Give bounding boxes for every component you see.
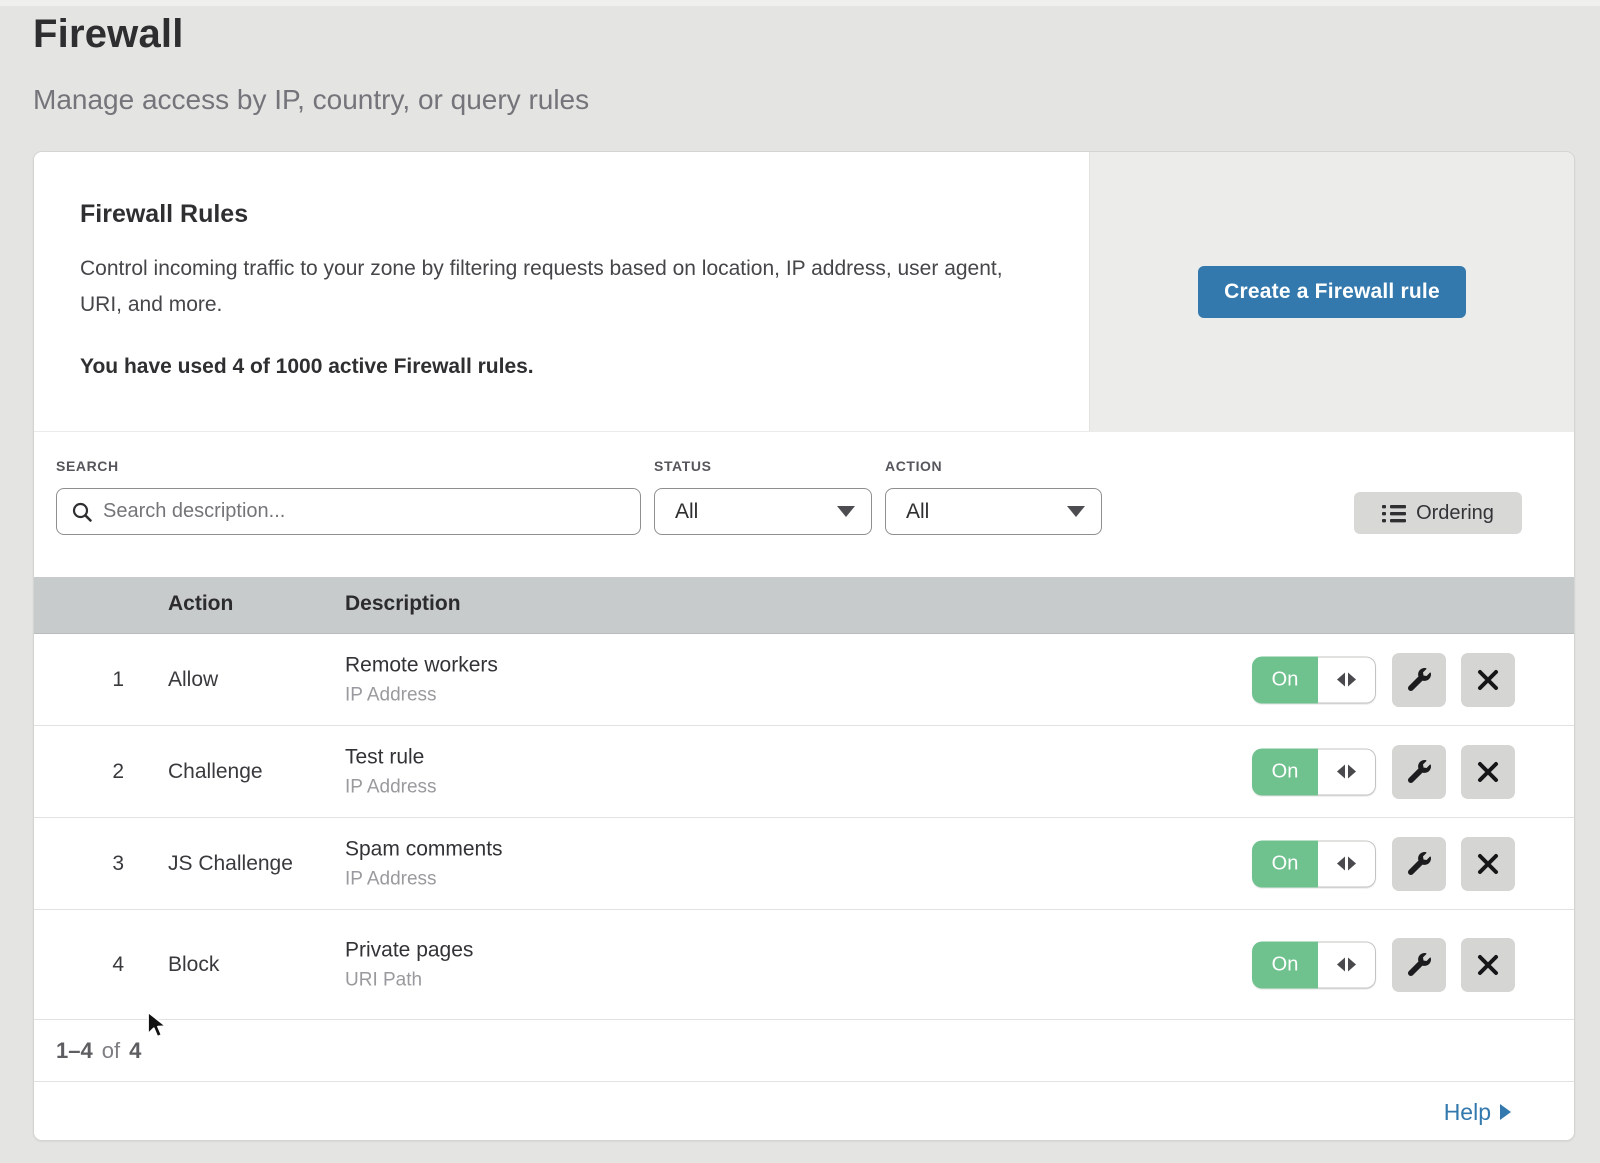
search-input[interactable] (103, 500, 626, 523)
section-heading: Firewall Rules (80, 200, 1049, 229)
filters-bar: SEARCH STATUS All ACTION All (34, 432, 1574, 577)
pagination-range: 1–4 (56, 1038, 93, 1064)
rule-priority: 3 (74, 852, 124, 876)
rule-action: Allow (168, 668, 218, 692)
toggle-on-label: On (1252, 748, 1318, 795)
firewall-page: Firewall Manage access by IP, country, o… (0, 0, 1600, 1163)
close-icon (1477, 761, 1499, 783)
rule-description-cell: Spam comments IP Address (345, 837, 503, 890)
table-row: 4 Block Private pages URI Path On (34, 910, 1574, 1020)
rule-priority: 1 (74, 668, 124, 692)
section-description: Control incoming traffic to your zone by… (80, 251, 1030, 323)
toggle-on-label: On (1252, 656, 1318, 703)
chevron-down-icon (837, 506, 855, 517)
ordering-button[interactable]: Ordering (1354, 492, 1522, 534)
table-row: 2 Challenge Test rule IP Address On (34, 726, 1574, 818)
close-icon (1477, 853, 1499, 875)
ordering-list-icon (1382, 504, 1406, 523)
rule-description: Spam comments (345, 837, 503, 861)
ordering-button-label: Ordering (1416, 502, 1494, 525)
usage-summary: You have used 4 of 1000 active Firewall … (80, 355, 1049, 379)
edit-rule-button[interactable] (1392, 745, 1446, 799)
action-select[interactable]: All (885, 488, 1102, 535)
table-row: 3 JS Challenge Spam comments IP Address … (34, 818, 1574, 910)
action-label: ACTION (885, 458, 942, 474)
overview-section: Firewall Rules Control incoming traffic … (34, 152, 1574, 432)
triangle-right-icon (1500, 1104, 1511, 1120)
rule-action: Challenge (168, 760, 263, 784)
toggle-on-label: On (1252, 840, 1318, 887)
edit-rule-button[interactable] (1392, 653, 1446, 707)
rule-priority: 4 (74, 953, 124, 977)
search-label: SEARCH (56, 458, 119, 474)
action-selected-value: All (906, 500, 1067, 524)
wrench-icon (1408, 668, 1431, 691)
rule-match-type: IP Address (345, 776, 437, 798)
close-icon (1477, 954, 1499, 976)
wrench-icon (1408, 852, 1431, 875)
status-select[interactable]: All (654, 488, 872, 535)
overview-text: Firewall Rules Control incoming traffic … (34, 152, 1089, 431)
toggle-handle-icon (1318, 840, 1376, 887)
search-icon (71, 501, 93, 523)
wrench-icon (1408, 953, 1431, 976)
rule-description: Private pages (345, 938, 473, 962)
help-link[interactable]: Help (1444, 1099, 1511, 1126)
status-label: STATUS (654, 458, 712, 474)
create-rule-panel: Create a Firewall rule (1089, 152, 1574, 431)
search-field[interactable] (56, 488, 641, 535)
rule-description: Test rule (345, 745, 437, 769)
toggle-handle-icon (1318, 748, 1376, 795)
column-header-description: Description (345, 592, 461, 616)
rule-enabled-toggle[interactable]: On (1252, 840, 1376, 887)
delete-rule-button[interactable] (1461, 653, 1515, 707)
delete-rule-button[interactable] (1461, 745, 1515, 799)
rule-description-cell: Private pages URI Path (345, 938, 473, 991)
rule-enabled-toggle[interactable]: On (1252, 941, 1376, 988)
page-title: Firewall (33, 12, 184, 57)
edit-rule-button[interactable] (1392, 837, 1446, 891)
firewall-rules-card: Firewall Rules Control incoming traffic … (33, 151, 1575, 1141)
delete-rule-button[interactable] (1461, 938, 1515, 992)
rule-description-cell: Test rule IP Address (345, 745, 437, 798)
column-header-action: Action (168, 592, 233, 616)
card-footer: Help (34, 1082, 1574, 1141)
close-icon (1477, 669, 1499, 691)
rule-enabled-toggle[interactable]: On (1252, 656, 1376, 703)
chevron-down-icon (1067, 506, 1085, 517)
toggle-handle-icon (1318, 941, 1376, 988)
create-firewall-rule-button[interactable]: Create a Firewall rule (1198, 266, 1466, 318)
table-header: Action Description (34, 577, 1574, 634)
wrench-icon (1408, 760, 1431, 783)
rule-action: JS Challenge (168, 852, 293, 876)
table-row: 1 Allow Remote workers IP Address On (34, 634, 1574, 726)
rule-action: Block (168, 953, 219, 977)
toggle-handle-icon (1318, 656, 1376, 703)
rule-enabled-toggle[interactable]: On (1252, 748, 1376, 795)
pagination-of: of (102, 1038, 120, 1064)
pagination-bar: 1–4 of 4 (34, 1020, 1574, 1082)
edit-rule-button[interactable] (1392, 938, 1446, 992)
help-link-label: Help (1444, 1099, 1491, 1126)
pagination-total: 4 (129, 1038, 141, 1064)
delete-rule-button[interactable] (1461, 837, 1515, 891)
rule-match-type: URI Path (345, 969, 473, 991)
rule-match-type: IP Address (345, 868, 503, 890)
rule-priority: 2 (74, 760, 124, 784)
page-subtitle: Manage access by IP, country, or query r… (33, 84, 589, 116)
status-selected-value: All (675, 500, 837, 524)
rule-description-cell: Remote workers IP Address (345, 653, 498, 706)
toggle-on-label: On (1252, 941, 1318, 988)
rule-description: Remote workers (345, 653, 498, 677)
rule-match-type: IP Address (345, 684, 498, 706)
